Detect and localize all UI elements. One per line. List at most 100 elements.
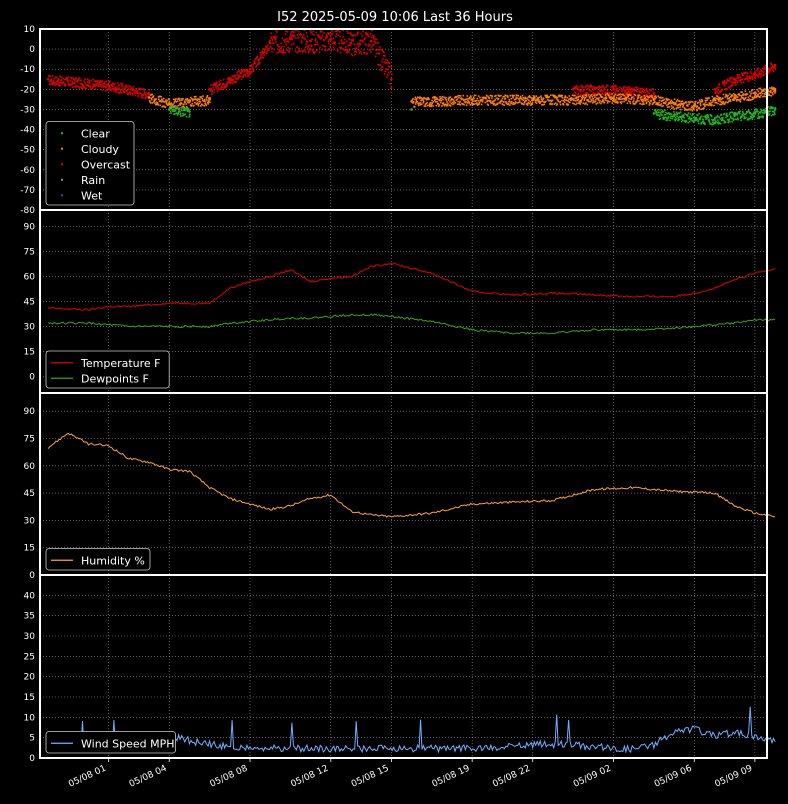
point xyxy=(539,101,542,103)
point xyxy=(378,48,380,51)
y-tick-label: 15 xyxy=(24,347,35,357)
data-point xyxy=(773,63,777,67)
point xyxy=(282,50,285,52)
legend-label: Humidity % xyxy=(81,554,145,567)
point xyxy=(602,93,605,95)
data-point xyxy=(753,92,757,95)
point xyxy=(566,96,569,99)
point xyxy=(582,86,584,89)
point xyxy=(740,119,742,122)
point xyxy=(480,103,483,106)
point xyxy=(69,79,72,82)
point xyxy=(709,99,712,102)
point xyxy=(720,113,723,116)
point xyxy=(339,51,342,54)
point xyxy=(221,86,224,88)
point xyxy=(728,87,731,89)
point xyxy=(391,73,393,75)
point xyxy=(54,84,57,87)
point xyxy=(244,73,246,76)
point xyxy=(275,36,278,38)
point xyxy=(289,47,292,50)
legend-marker xyxy=(61,194,63,197)
data-point xyxy=(672,102,676,105)
point xyxy=(160,101,163,103)
point xyxy=(535,102,538,105)
point xyxy=(496,102,499,105)
point xyxy=(646,98,649,101)
point xyxy=(736,80,738,82)
point xyxy=(656,111,658,114)
point xyxy=(745,116,747,119)
point xyxy=(728,80,730,82)
point xyxy=(208,101,211,103)
point xyxy=(737,117,739,120)
point xyxy=(598,85,601,88)
point xyxy=(90,80,92,82)
point xyxy=(176,100,179,102)
point xyxy=(735,84,737,86)
point xyxy=(742,112,744,114)
point xyxy=(623,85,626,88)
y-tick-label: 30 xyxy=(24,516,36,526)
point xyxy=(663,118,666,120)
point xyxy=(645,87,648,90)
point xyxy=(741,110,744,113)
point xyxy=(683,116,685,119)
point xyxy=(501,100,503,102)
point xyxy=(697,122,700,125)
point xyxy=(336,33,338,35)
point xyxy=(580,101,582,104)
point xyxy=(413,106,416,108)
point xyxy=(703,121,706,124)
y-tick-label: 30 xyxy=(24,322,36,332)
point xyxy=(724,102,726,105)
point xyxy=(358,49,360,52)
point xyxy=(389,82,391,85)
point xyxy=(344,41,346,44)
panel-wind: 0 5 10 15 20 25 30 35 40 Wind Speed MPH xyxy=(24,574,776,764)
point xyxy=(288,51,290,53)
point xyxy=(531,101,534,104)
point xyxy=(626,102,629,105)
point xyxy=(654,109,657,111)
point xyxy=(711,95,714,98)
data-point xyxy=(571,88,575,91)
point xyxy=(731,120,733,123)
point xyxy=(178,98,181,100)
point xyxy=(761,92,764,95)
point xyxy=(717,86,719,88)
data-point xyxy=(248,67,252,71)
point xyxy=(659,117,662,120)
point xyxy=(675,113,677,116)
point xyxy=(338,42,341,45)
point xyxy=(280,47,282,50)
point xyxy=(660,103,663,105)
point xyxy=(728,113,731,116)
point xyxy=(311,38,313,41)
point xyxy=(761,109,763,112)
point xyxy=(514,102,517,105)
point xyxy=(457,103,460,106)
point xyxy=(274,38,277,41)
point xyxy=(414,103,417,105)
point xyxy=(696,109,698,112)
point xyxy=(548,96,551,98)
point xyxy=(390,66,392,68)
point xyxy=(89,82,91,85)
point xyxy=(511,101,513,103)
point xyxy=(741,91,743,94)
point xyxy=(666,119,669,121)
point xyxy=(55,76,58,79)
y-tick-label: 45 xyxy=(24,489,35,499)
point xyxy=(482,99,484,101)
point xyxy=(465,100,467,103)
point xyxy=(615,91,618,94)
point xyxy=(198,102,201,105)
point xyxy=(741,78,744,80)
point xyxy=(432,105,434,107)
point xyxy=(287,46,290,49)
point xyxy=(169,110,172,113)
point xyxy=(304,38,306,41)
point xyxy=(729,93,731,95)
